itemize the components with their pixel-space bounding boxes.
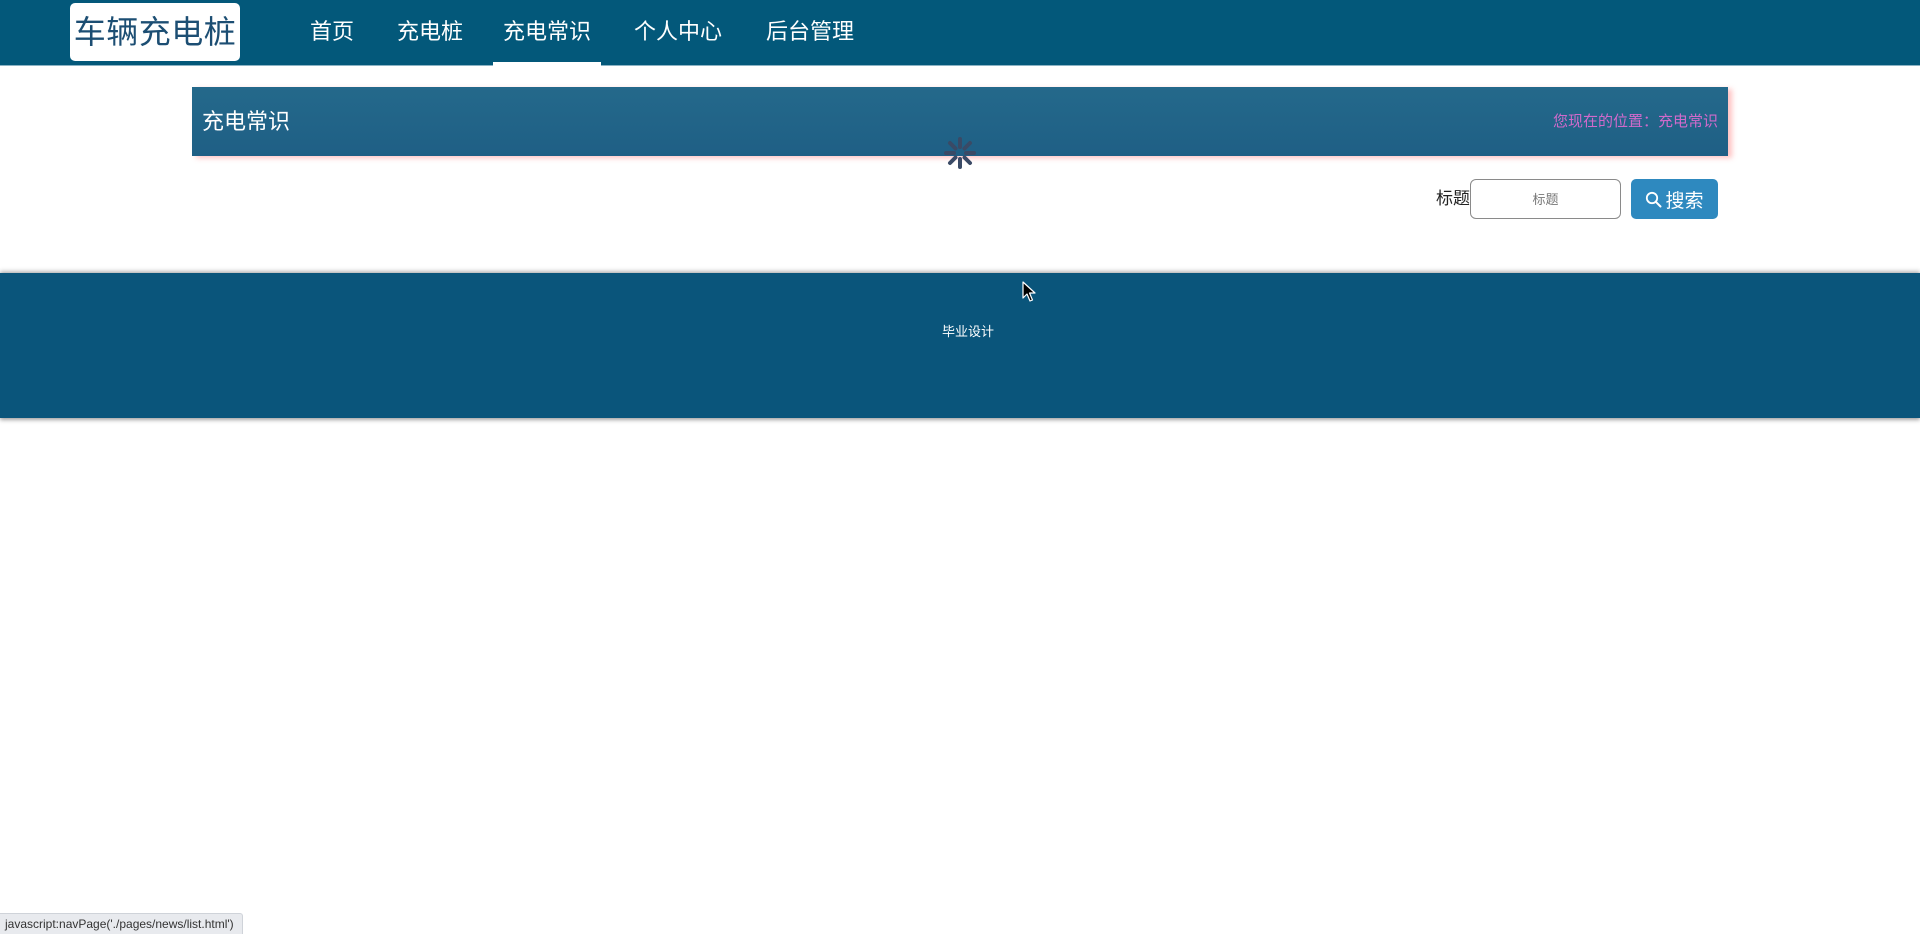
site-footer: 毕业设计 [0,273,1920,418]
page-title: 充电常识 [202,109,291,134]
nav-item-charging-knowledge[interactable]: 充电常识 [493,0,601,66]
search-title-label: 标题 [1436,189,1470,208]
search-title-input[interactable] [1470,179,1621,219]
top-navigation-bar: 车辆充电桩 首页 充电桩 充电常识 个人中心 后台管理 [0,0,1920,66]
site-brand-logo[interactable]: 车辆充电桩 [70,3,240,61]
nav-item-personal-center[interactable]: 个人中心 [628,0,728,66]
nav-item-admin[interactable]: 后台管理 [760,0,860,66]
nav-item-home[interactable]: 首页 [302,0,362,66]
nav-item-charging-pile[interactable]: 充电桩 [392,0,468,66]
search-button[interactable]: 搜索 [1631,179,1718,219]
footer-text: 毕业设计 [942,324,995,339]
browser-status-bar: javascript:navPage('./pages/news/list.ht… [0,913,243,934]
loading-spinner-icon [944,137,976,169]
breadcrumb: 您现在的位置：充电常识 [1552,113,1718,130]
search-button-label: 搜索 [1665,190,1704,212]
mouse-cursor-icon [1022,281,1036,302]
search-icon [1646,191,1662,207]
